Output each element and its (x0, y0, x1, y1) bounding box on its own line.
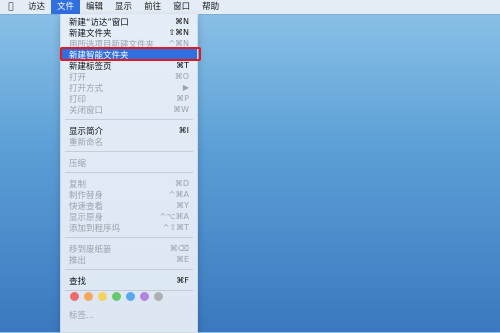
menu-item-label: 重新命名 (69, 137, 104, 148)
menu-item-shortcut: ⌘F (176, 276, 189, 285)
menu-item-find[interactable]: 查找 ⌘F (61, 275, 197, 287)
menu-window[interactable]: 窗口 (167, 0, 196, 14)
menu-separator (65, 237, 193, 238)
menu-item-label: 添加到程序坞 (69, 223, 121, 234)
highlight-annotation-box (60, 47, 201, 61)
menu-item-get-info[interactable]: 显示简介 ⌘I (61, 125, 197, 137)
tag-blue-dot[interactable] (126, 292, 135, 301)
menu-item-shortcut: ⌘I (178, 126, 189, 135)
menu-item-open: 打开 ⌘O (61, 71, 197, 83)
menu-item-make-alias: 制作替身 ^⌘A (61, 189, 197, 201)
menu-item-shortcut: ⌘⌫ (169, 244, 189, 253)
menu-item-shortcut: ⌘D (174, 179, 189, 188)
tag-orange-dot[interactable] (84, 292, 93, 301)
menu-separator (65, 151, 193, 152)
menu-item-tags: 标签... (61, 309, 197, 321)
tag-red-dot[interactable] (70, 292, 79, 301)
menu-item-shortcut: ^⌘A (168, 190, 189, 199)
menu-item-label: 关闭窗口 (69, 105, 104, 116)
menu-item-shortcut: ⌘T (176, 61, 189, 70)
submenu-arrow-icon: ▶ (182, 83, 189, 92)
menu-item-shortcut: ^⌥⌘A (159, 212, 189, 221)
file-menu-dropdown: 新建“访达”窗口 ⌘N 新建文件夹 ⇧⌘N 用所选项目新建文件夹 ^⌘N 新建智… (60, 14, 198, 333)
menu-item-shortcut: ⇧⌘N (168, 28, 189, 37)
menu-item-label: 压缩 (69, 158, 87, 169)
menu-item-label: 查找 (69, 276, 87, 287)
menu-item-shortcut: ^⇧⌘T (162, 223, 189, 232)
menu-item-show-original: 显示原身 ^⌥⌘A (61, 211, 197, 223)
menu-item-duplicate: 复制 ⌘D (61, 178, 197, 190)
menu-item-close-window: 关闭窗口 ⌘W (61, 104, 197, 116)
menu-item-shortcut: ⌘E (175, 255, 189, 264)
menu-separator (65, 119, 193, 120)
menu-item-new-finder-window[interactable]: 新建“访达”窗口 ⌘N (61, 16, 197, 28)
menu-item-label: 推出 (69, 255, 87, 266)
tag-color-row (70, 292, 163, 301)
menu-item-label: 标签... (69, 310, 95, 321)
menu-item-shortcut: ⌘Y (176, 201, 189, 210)
menu-item-shortcut: ⌘O (174, 72, 189, 81)
menu-separator (65, 172, 193, 173)
menu-item-move-to-trash: 移到废纸篓 ⌘⌫ (61, 243, 197, 255)
menu-file[interactable]: 文件 (51, 0, 81, 14)
menu-finder[interactable]: 访达 (22, 0, 51, 14)
menu-help[interactable]: 帮助 (196, 0, 225, 14)
menu-item-shortcut: ⌘P (176, 94, 189, 103)
tag-green-dot[interactable] (112, 292, 121, 301)
menu-edit[interactable]: 编辑 (80, 0, 109, 14)
menu-view[interactable]: 显示 (109, 0, 138, 14)
menu-bar:  访达 文件 编辑 显示 前往 窗口 帮助 (0, 0, 500, 14)
menu-separator (65, 290, 193, 291)
tag-yellow-dot[interactable] (98, 292, 107, 301)
tag-purple-dot[interactable] (140, 292, 149, 301)
menu-item-new-folder[interactable]: 新建文件夹 ⇧⌘N (61, 27, 197, 39)
menu-item-shortcut: ⌘N (175, 17, 189, 26)
menu-item-quick-look: 快速查看 ⌘Y (61, 200, 197, 212)
menu-item-compress: 压缩 (61, 157, 197, 169)
tag-gray-dot[interactable] (154, 292, 163, 301)
apple-logo-icon[interactable]:  (0, 2, 22, 12)
menu-item-rename: 重新命名 (61, 136, 197, 148)
menu-item-open-with: 打开方式 ▶ (61, 82, 197, 94)
menu-item-add-to-dock: 添加到程序坞 ^⇧⌘T (61, 222, 197, 234)
menu-item-print: 打印 ⌘P (61, 93, 197, 105)
menu-go[interactable]: 前往 (138, 0, 167, 14)
menu-item-shortcut: ⌘W (173, 105, 189, 114)
menu-separator (65, 269, 193, 270)
menu-item-eject: 推出 ⌘E (61, 254, 197, 266)
menu-item-new-tab[interactable]: 新建标签页 ⌘T (61, 60, 197, 72)
